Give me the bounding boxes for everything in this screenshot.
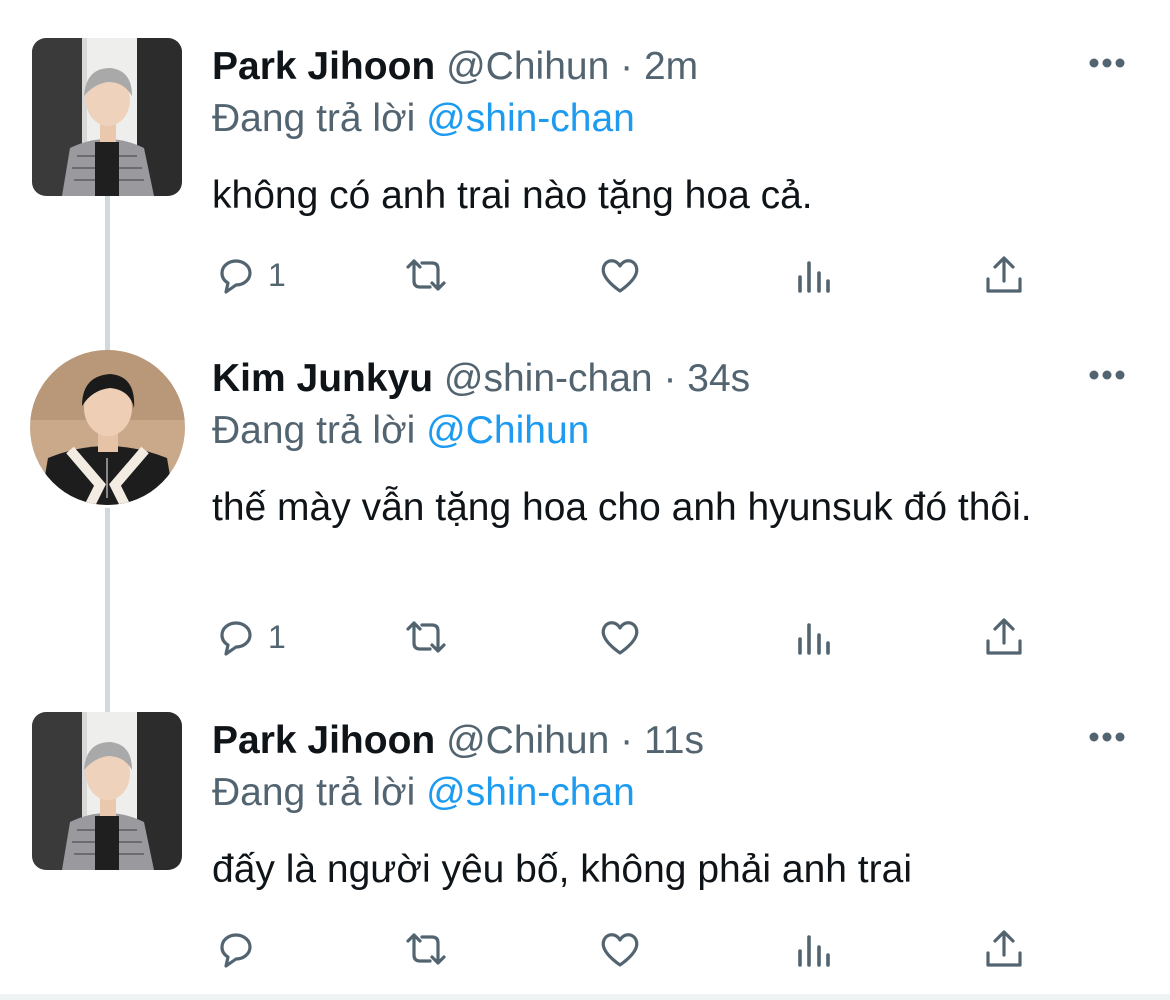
avatar[interactable] — [32, 712, 182, 870]
avatar-photo — [30, 350, 185, 505]
reply-icon — [220, 259, 252, 294]
more-dots-icon — [1089, 732, 1125, 742]
retweet-button[interactable] — [402, 248, 450, 302]
replying-to: Đang trả lời @Chihun — [212, 408, 589, 454]
author-name[interactable]: Park Jihoon — [212, 719, 435, 762]
retweet-button[interactable] — [402, 610, 450, 664]
like-button[interactable] — [596, 248, 644, 302]
analytics-icon — [798, 261, 830, 293]
share-button[interactable] — [980, 248, 1028, 302]
tweet-header: Kim Junkyu @shin-chan · 34s — [212, 356, 750, 402]
share-icon — [986, 930, 1022, 967]
tweet[interactable]: Park Jihoon @Chihun · 2m Đang trả lời @s… — [0, 38, 1170, 328]
author-name[interactable]: Park Jihoon — [212, 45, 435, 88]
retweet-icon — [406, 621, 446, 653]
more-dots-icon — [1089, 58, 1125, 68]
retweet-icon — [406, 259, 446, 291]
author-handle[interactable]: @Chihun — [446, 719, 609, 762]
mention-link[interactable]: @Chihun — [426, 409, 589, 452]
avatar-photo — [32, 38, 182, 196]
share-icon — [986, 256, 1022, 293]
avatar[interactable] — [32, 38, 182, 196]
action-bar: 1 — [212, 610, 1072, 664]
author-handle[interactable]: @shin-chan — [444, 357, 653, 400]
analytics-icon — [798, 935, 830, 967]
timestamp[interactable]: 34s — [687, 357, 750, 400]
mention-link[interactable]: @shin-chan — [426, 771, 635, 814]
retweet-button[interactable] — [402, 922, 450, 976]
action-bar — [212, 922, 1072, 976]
tweet-header: Park Jihoon @Chihun · 11s — [212, 718, 704, 764]
action-bar: 1 — [212, 248, 1072, 302]
reply-icon — [220, 621, 252, 656]
analytics-icon — [798, 623, 830, 655]
reply-button[interactable] — [212, 922, 268, 976]
heart-icon — [601, 933, 639, 967]
tweet-header: Park Jihoon @Chihun · 2m — [212, 44, 698, 90]
reply-icon — [220, 933, 252, 968]
bottom-divider — [0, 994, 1170, 1000]
reply-count: 1 — [268, 618, 286, 655]
more-dots-icon — [1089, 370, 1125, 380]
share-button[interactable] — [980, 922, 1028, 976]
replying-to-label: Đang trả lời — [212, 771, 416, 814]
heart-icon — [601, 621, 639, 655]
separator-dot: · — [620, 719, 634, 762]
timestamp[interactable]: 2m — [644, 45, 698, 88]
like-button[interactable] — [596, 922, 644, 976]
mention-link[interactable]: @shin-chan — [426, 97, 635, 140]
author-handle[interactable]: @Chihun — [446, 45, 609, 88]
replying-to: Đang trả lời @shin-chan — [212, 770, 635, 816]
author-name[interactable]: Kim Junkyu — [212, 357, 433, 400]
tweet-text: không có anh trai nào tặng hoa cả. — [212, 174, 813, 217]
like-button[interactable] — [596, 610, 644, 664]
tweet-text: đấy là người yêu bố, không phải anh trai — [212, 848, 912, 891]
heart-icon — [601, 259, 639, 293]
reply-button[interactable]: 1 — [212, 248, 286, 302]
reply-button[interactable]: 1 — [212, 610, 286, 664]
more-options-button[interactable] — [1088, 730, 1126, 744]
replying-to-label: Đang trả lời — [212, 97, 416, 140]
more-options-button[interactable] — [1088, 56, 1126, 70]
separator-dot: · — [620, 45, 634, 88]
retweet-icon — [406, 933, 446, 965]
tweet[interactable]: Kim Junkyu @shin-chan · 34s Đang trả lời… — [0, 350, 1170, 690]
avatar-photo — [32, 712, 182, 870]
analytics-button[interactable] — [790, 610, 838, 664]
separator-dot: · — [663, 357, 677, 400]
tweet[interactable]: Park Jihoon @Chihun · 11s Đang trả lời @… — [0, 712, 1170, 992]
avatar[interactable] — [30, 350, 185, 505]
replying-to-label: Đang trả lời — [212, 409, 416, 452]
timestamp[interactable]: 11s — [644, 719, 704, 762]
replying-to: Đang trả lời @shin-chan — [212, 96, 635, 142]
tweet-text: thế mày vẫn tặng hoa cho anh hyunsuk đó … — [212, 486, 1032, 529]
analytics-button[interactable] — [790, 922, 838, 976]
share-icon — [986, 618, 1022, 655]
analytics-button[interactable] — [790, 248, 838, 302]
share-button[interactable] — [980, 610, 1028, 664]
reply-count: 1 — [268, 256, 286, 293]
more-options-button[interactable] — [1088, 368, 1126, 382]
